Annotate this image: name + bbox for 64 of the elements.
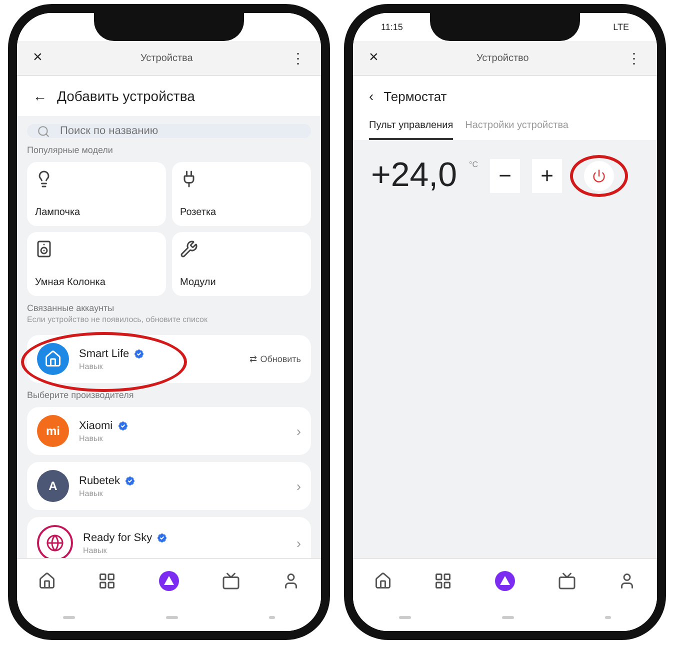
close-button[interactable]: × xyxy=(369,49,378,67)
home-icon xyxy=(38,572,56,590)
home-icon xyxy=(374,572,392,590)
circle-logo-icon: A xyxy=(37,470,69,502)
page-title: Термостат xyxy=(384,88,447,104)
account-name: Smart Life xyxy=(79,348,130,360)
chevron-icon: › xyxy=(296,423,301,439)
section-label: Выберите производителя xyxy=(27,390,135,400)
verified-icon xyxy=(124,474,136,486)
section-label: Связанные аккаунты xyxy=(27,303,116,313)
power-button[interactable] xyxy=(584,160,614,190)
back-button[interactable]: ← xyxy=(33,88,47,104)
person-icon xyxy=(618,572,636,590)
verified-icon xyxy=(133,348,146,360)
tv-icon xyxy=(222,572,240,590)
tab[interactable]: Пульт управления xyxy=(369,116,454,140)
device-type-card[interactable]: Модули xyxy=(172,232,311,296)
search-icon xyxy=(37,124,50,138)
close-button[interactable]: × xyxy=(33,49,42,67)
device-type-card[interactable]: Розетка xyxy=(172,162,311,226)
refresh-link[interactable]: ⇄ Обновить xyxy=(250,354,301,364)
device-type-label: Лампочка xyxy=(35,207,82,218)
unit-label: °C xyxy=(469,160,478,169)
vendor-subtitle: Навык xyxy=(79,488,104,498)
vendor-subtitle: Навык xyxy=(79,434,104,442)
tv-icon xyxy=(558,572,576,590)
device-type-label: Розетка xyxy=(180,207,218,218)
window-title: Устройства xyxy=(140,52,193,64)
grid-icon xyxy=(98,572,116,590)
menu-button[interactable]: ⋮ xyxy=(290,50,305,66)
verified-icon xyxy=(156,532,168,544)
chevron-icon: › xyxy=(296,535,301,551)
account-subtitle: Навык xyxy=(79,362,104,370)
linked-account-card[interactable]: Smart Life Навык ⇄ Обновить xyxy=(27,335,311,383)
page-title: Добавить устройства xyxy=(57,88,195,104)
power-icon xyxy=(592,168,606,182)
vendor-card[interactable]: A Rubetek Навык › xyxy=(27,462,311,510)
vendor-subtitle: Навык xyxy=(83,546,108,554)
device-type-card[interactable]: Лампочка xyxy=(27,162,166,226)
smart-home-logo-icon xyxy=(37,343,69,375)
window-title: Устройство xyxy=(476,52,529,64)
person-icon xyxy=(282,572,300,590)
vendor-card[interactable]: Ready for Sky Навык › xyxy=(27,517,311,558)
device-type-label: Модули xyxy=(180,277,217,288)
grid-icon xyxy=(434,572,452,590)
section-label: Популярные модели xyxy=(27,145,114,155)
menu-button[interactable]: ⋮ xyxy=(626,50,641,66)
back-button[interactable]: ‹ xyxy=(369,88,374,104)
device-type-card[interactable]: Умная Колонка xyxy=(27,232,166,296)
vendor-name: Ready for Sky xyxy=(83,532,152,544)
mi-logo-icon: mi xyxy=(37,415,69,447)
vendor-name: Rubetek xyxy=(79,474,120,486)
chevron-icon: › xyxy=(296,478,301,494)
verified-icon xyxy=(116,420,129,432)
network-label: LTE xyxy=(613,22,629,32)
decrease-button[interactable]: − xyxy=(490,158,520,192)
speaker-icon xyxy=(35,240,53,258)
vendor-name: Xiaomi xyxy=(79,420,113,432)
device-type-label: Умная Колонка xyxy=(35,277,106,288)
status-time: 11:15 xyxy=(381,22,403,32)
increase-button[interactable]: + xyxy=(532,158,562,192)
vendor-card[interactable]: mi Xiaomi Навык › xyxy=(27,407,311,455)
section-note: Если устройство не появилось, обновите список xyxy=(27,315,208,324)
temperature-value: +24,0 xyxy=(371,156,458,195)
